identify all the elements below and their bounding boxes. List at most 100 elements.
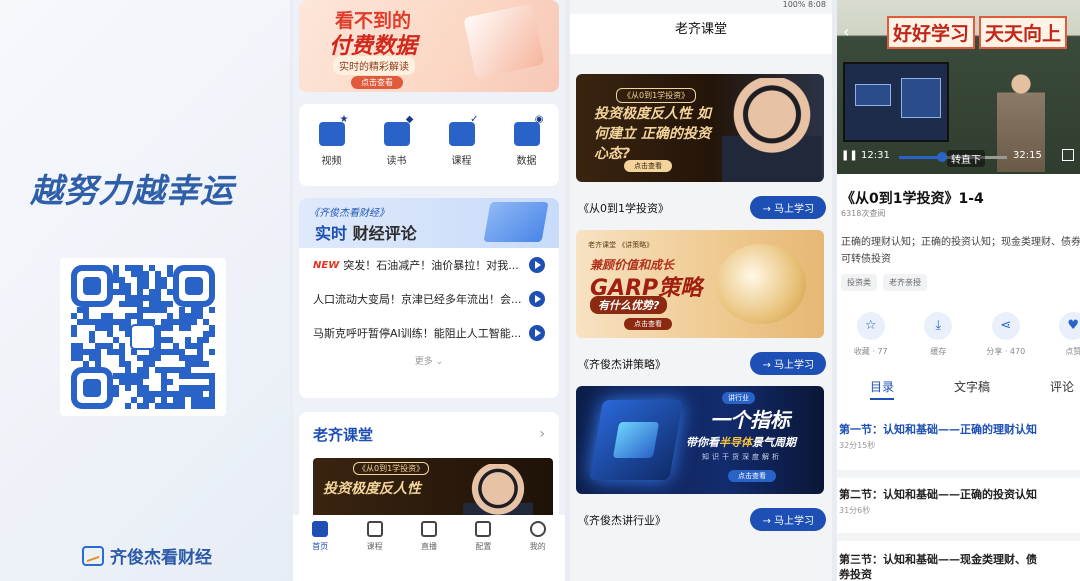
banner-word: 天天向上 <box>979 16 1068 49</box>
cache-button[interactable]: ⤓ 缓存 <box>905 312 973 357</box>
news-item[interactable]: 人口流动大变局！京津已经多年流出！会... <box>299 282 559 316</box>
quick-entry-grid: ★ 视频 ◆ 读书 ✓ 课程 ◉ 数据 <box>299 104 559 186</box>
banner-button[interactable]: 点击查看 <box>351 76 403 89</box>
course-name: 《齐俊杰讲策略》 <box>578 357 666 371</box>
thumb-text-b-post: 景气周期 <box>752 436 796 449</box>
lesson-item[interactable]: 第一节：认知和基础——正确的理财认知 32分15秒 <box>837 422 1080 451</box>
lesson-item[interactable]: 第二节：认知和基础——正确的投资认知 31分6秒 <box>837 487 1080 516</box>
coin-illustration <box>716 244 806 324</box>
classroom-banner: 好好学习 天天向上 <box>887 16 1068 49</box>
tab-comments[interactable]: 评论 <box>1017 378 1080 395</box>
banner-illustration <box>463 3 545 79</box>
banner-word: 好好学习 <box>887 16 976 49</box>
entry-video[interactable]: ★ 视频 <box>307 114 357 186</box>
laoqi-class-card[interactable]: 老齐课堂 › 《从0到1学投资》 投资极度反人性 <box>299 412 559 522</box>
like-icon: ♥ <box>1059 312 1080 340</box>
share-icon: ⋖ <box>991 312 1020 340</box>
news-title-rest: 财经评论 <box>352 224 417 243</box>
chevron-right-icon[interactable]: › <box>539 426 545 442</box>
tab-me[interactable]: 我的 <box>516 521 560 581</box>
laoqi-class-screen: 100% 8:08 老齐课堂 《从0到1学投资》 投资极度反人性 如何建立 正确… <box>570 0 832 581</box>
app-home-screen: 看不到的 付费数据 实时的精彩解读 点击查看 ★ 视频 ◆ 读书 ✓ 课程 ◉ … <box>293 0 565 581</box>
course-tags: 投资类 老齐亲授 <box>841 274 927 291</box>
lesson-title-cont: 券投资 <box>839 568 872 581</box>
play-icon[interactable] <box>529 257 545 273</box>
course-item[interactable]: 《从0到1学投资》 投资极度反人性 如何建立 正确的投资心态? 点击查看 《从0… <box>576 74 826 219</box>
fullscreen-icon[interactable] <box>1062 149 1074 161</box>
tab-transcript[interactable]: 文字稿 <box>927 378 1017 395</box>
presenter-photo <box>463 464 533 522</box>
video-player[interactable]: 好好学习 天天向上 ‹ ❚❚ 12:31 转直下 32:15 <box>837 0 1080 174</box>
book-icon: ◆ <box>383 114 414 146</box>
slogan: 越努力越幸运 <box>30 171 234 210</box>
learn-now-button[interactable]: → 马上学习 <box>750 508 826 531</box>
entry-book[interactable]: ◆ 读书 <box>372 114 422 186</box>
tag[interactable]: 投资类 <box>841 274 877 291</box>
learn-now-button[interactable]: → 马上学习 <box>750 196 826 219</box>
action-label: 分享 · 470 <box>986 347 1026 356</box>
course-thumbnail[interactable]: 老齐课堂 《讲策略》 兼顾价值和成长 GARP策略 有什么优势? 点击查看 <box>576 230 824 338</box>
news-header: 《齐俊杰看财经》 实时 财经评论 <box>299 198 559 248</box>
tab-home[interactable]: 首页 <box>298 521 342 581</box>
pause-icon[interactable]: ❚❚ <box>841 150 858 161</box>
data-icon: ◉ <box>513 114 544 146</box>
news-item-text: 马斯克呼吁暂停AI训练！能阻止人工智能... <box>313 327 522 340</box>
share-button[interactable]: ⋖ 分享 · 470 <box>972 312 1040 357</box>
brand-name: 齐俊杰看财经 <box>110 548 212 568</box>
learn-now-button[interactable]: → 马上学习 <box>750 352 826 375</box>
tab-label: 直播 <box>420 542 437 551</box>
course-thumbnail[interactable]: 《从0到1学投资》 投资极度反人性 如何建立 正确的投资心态? 点击查看 <box>576 74 824 182</box>
action-bar: ☆ 收藏 · 77 ⤓ 缓存 ⋖ 分享 · 470 ♥ 点赞 <box>837 312 1080 357</box>
brand-logo-icon <box>82 545 104 566</box>
tag[interactable]: 老齐亲授 <box>883 274 927 291</box>
qr-code-graphic <box>71 265 215 409</box>
qr-code <box>60 258 226 416</box>
course-icon: ✓ <box>448 114 479 146</box>
entry-data[interactable]: ◉ 数据 <box>502 114 552 186</box>
detail-tabs: 目录 文字稿 评论 <box>837 378 1080 400</box>
video-icon: ★ <box>318 114 349 146</box>
new-badge: NEW <box>313 259 340 271</box>
entry-course[interactable]: ✓ 课程 <box>437 114 487 186</box>
page-title: 老齐课堂 <box>570 14 832 54</box>
more-link[interactable]: 更多 ⌄ <box>299 354 559 367</box>
thumb-button[interactable]: 点击查看 <box>624 160 672 172</box>
news-illustration <box>483 202 549 242</box>
tab-course[interactable]: 课程 <box>353 521 397 581</box>
news-item[interactable]: 马斯克呼吁暂停AI训练！能阻止人工智能... <box>299 316 559 350</box>
laoqi-thumbnail[interactable]: 《从0到1学投资》 投资极度反人性 <box>313 458 553 522</box>
tab-label: 首页 <box>312 542 329 551</box>
live-icon <box>420 521 437 537</box>
back-arrow-icon[interactable]: ‹ <box>843 22 849 41</box>
promo-panel: 越努力越幸运 齐俊杰看财经 <box>0 0 290 581</box>
progress-knob[interactable] <box>937 152 948 162</box>
play-icon[interactable] <box>529 291 545 307</box>
thumb-button[interactable]: 点击查看 <box>728 470 776 482</box>
tab-live[interactable]: 直播 <box>407 521 451 581</box>
paid-data-banner[interactable]: 看不到的 付费数据 实时的精彩解读 点击查看 <box>299 0 559 92</box>
lesson-title: 第二节：认知和基础——正确的投资认知 <box>839 488 1037 501</box>
news-item[interactable]: NEW 突发！石油减产！油价暴拉！对我... <box>299 248 559 282</box>
play-icon[interactable] <box>529 325 545 341</box>
entry-label: 读书 <box>386 156 407 167</box>
news-title: 实时 财经评论 <box>315 220 417 244</box>
news-item-text: 突发！石油减产！油价暴拉！对我... <box>343 259 519 272</box>
like-button[interactable]: ♥ 点赞 <box>1040 312 1080 357</box>
entry-label: 视频 <box>321 156 342 167</box>
favorite-button[interactable]: ☆ 收藏 · 77 <box>837 312 905 357</box>
tab-catalog[interactable]: 目录 <box>837 378 927 400</box>
thumb-text-c: 知识干货深度解析 <box>702 453 782 461</box>
total-time: 32:15 <box>1013 150 1042 161</box>
bottom-tab-bar: 首页 课程 直播 配置 我的 <box>293 515 565 581</box>
thumb-button[interactable]: 点击查看 <box>624 318 672 330</box>
presentation-screen <box>843 62 949 142</box>
thumb-text-b-pre: 带你看 <box>686 436 719 449</box>
news-item-text: 人口流动大变局！京津已经多年流出！会... <box>313 293 522 306</box>
lesson-item[interactable]: 第三节：认知和基础——现金类理财、债 券投资 <box>837 552 1080 581</box>
course-thumbnail[interactable]: 讲行业 一个指标 带你看半导体景气周期 知识干货深度解析 点击查看 <box>576 386 824 494</box>
course-item[interactable]: 老齐课堂 《讲策略》 兼顾价值和成长 GARP策略 有什么优势? 点击查看 《齐… <box>576 230 826 375</box>
tab-config[interactable]: 配置 <box>461 521 505 581</box>
thumb-text-c: 有什么优势? <box>590 296 668 314</box>
course-item[interactable]: 讲行业 一个指标 带你看半导体景气周期 知识干货深度解析 点击查看 《齐俊杰讲行… <box>576 386 826 531</box>
thumb-tag: 讲行业 <box>722 392 755 404</box>
